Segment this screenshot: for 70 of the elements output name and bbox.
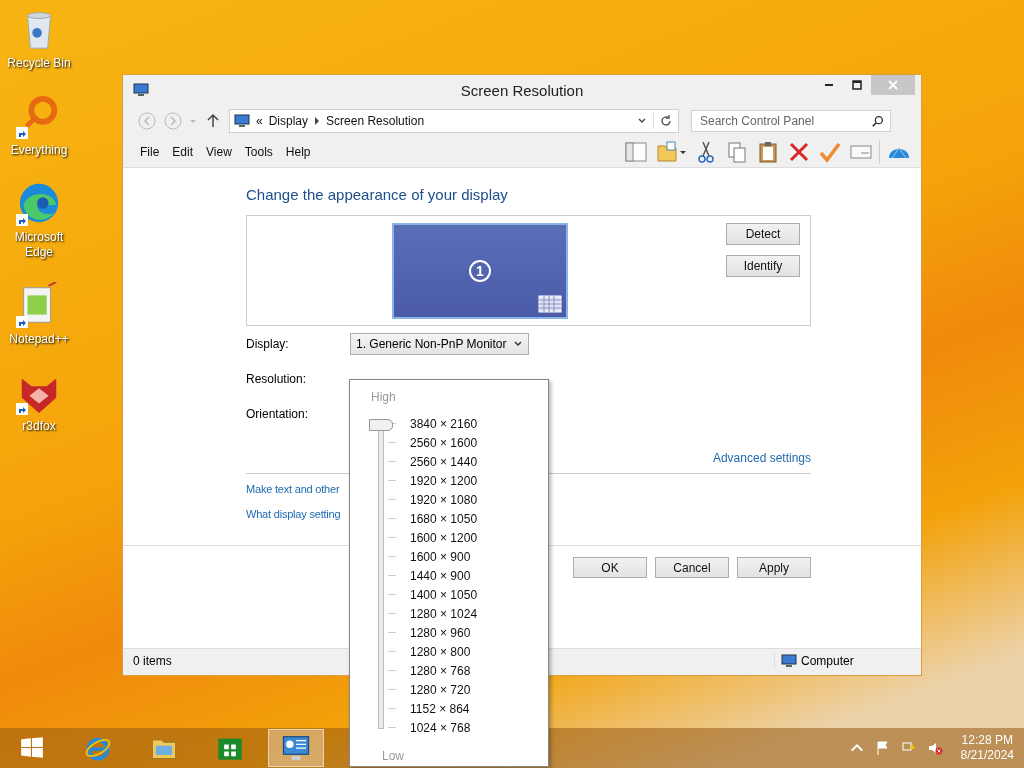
field-label: Orientation: <box>246 406 310 421</box>
slider-thumb[interactable] <box>369 419 393 431</box>
clock-time: 12:28 PM <box>961 733 1013 748</box>
resolution-option[interactable]: 1600 × 1200 <box>410 530 478 545</box>
clipboard-icon[interactable] <box>756 140 780 164</box>
dialog-button[interactable]: OK <box>573 557 647 578</box>
maximize-icon <box>852 80 862 90</box>
dialog-button[interactable]: Cancel <box>655 557 729 578</box>
slider-low-label: Low <box>382 749 405 763</box>
menu-item[interactable]: Tools <box>244 145 280 159</box>
status-item-count: 0 items <box>133 654 172 668</box>
menu-item[interactable]: View <box>206 145 239 159</box>
window-title: Screen Resolution <box>460 81 584 99</box>
monitor-icon <box>234 113 250 129</box>
page-heading: Change the appearance of your display <box>246 186 509 203</box>
close-icon <box>888 80 898 90</box>
menu-item[interactable]: Help <box>285 145 318 159</box>
monitor-icon <box>133 82 149 98</box>
chevron-icon <box>314 117 321 125</box>
resolution-option[interactable]: 1152 × 864 <box>410 701 470 716</box>
checkmark-icon[interactable] <box>818 140 842 164</box>
address-bar[interactable]: « Display Screen Resolution <box>229 109 679 133</box>
computer-icon <box>781 653 797 669</box>
resolution-option[interactable]: 1920 × 1200 <box>410 473 478 488</box>
dialog-button[interactable]: Apply <box>737 557 811 578</box>
resolution-option[interactable]: 1280 × 1024 <box>410 606 478 621</box>
search-field[interactable]: Search Control Panel <box>691 110 891 132</box>
breadcrumb[interactable]: Display <box>268 114 309 128</box>
flag-icon[interactable] <box>874 740 891 756</box>
monitor-number: 1 <box>469 260 491 282</box>
preview-button[interactable]: Detect <box>726 223 800 245</box>
resolution-option[interactable]: 1280 × 800 <box>410 644 471 659</box>
status-location: Computer <box>801 654 854 668</box>
monitor-thumbnail[interactable]: 1 <box>392 223 568 319</box>
resolution-option[interactable]: 1680 × 1050 <box>410 511 478 526</box>
resolution-option[interactable]: 1280 × 960 <box>410 625 471 640</box>
help-link[interactable]: Make text and other <box>246 483 340 495</box>
display-dropdown[interactable]: 1. Generic Non-PnP Monitor <box>350 332 529 355</box>
field-label: Resolution: <box>246 371 308 386</box>
breadcrumb[interactable]: Screen Resolution <box>326 114 425 128</box>
help-link[interactable]: What display setting <box>246 508 341 520</box>
resolution-option[interactable]: 1024 × 768 <box>410 720 471 735</box>
resolution-option[interactable]: 2560 × 1600 <box>410 435 478 450</box>
resolution-option[interactable]: 3840 × 2160 <box>410 416 478 431</box>
layout-icon[interactable] <box>624 140 648 164</box>
clock-date: 8/21/2024 <box>960 748 1014 763</box>
resolution-option[interactable]: 1400 × 1050 <box>410 587 478 602</box>
resolution-option[interactable]: 1280 × 768 <box>410 663 471 678</box>
windows-logo-icon[interactable] <box>19 735 45 761</box>
resolution-option[interactable]: 1440 × 900 <box>410 568 471 583</box>
cross-icon[interactable] <box>787 140 811 164</box>
slider-high-label: High <box>371 390 397 404</box>
grid-icon <box>538 295 562 313</box>
resolution-option[interactable]: 1920 × 1080 <box>410 492 478 507</box>
resolution-option[interactable]: 1280 × 720 <box>410 682 471 697</box>
control-panel-icon[interactable] <box>281 733 311 763</box>
field-label: Display: <box>246 336 290 351</box>
breadcrumb[interactable]: « <box>256 114 263 128</box>
menu-item[interactable]: File <box>140 145 167 159</box>
copy-icon[interactable] <box>725 140 749 164</box>
caret-icon[interactable] <box>679 148 687 156</box>
preview-button[interactable]: Identify <box>726 255 800 277</box>
taskbar-button[interactable] <box>268 729 324 767</box>
advanced-settings-link[interactable]: Advanced settings <box>712 451 811 465</box>
menu-item[interactable]: Edit <box>172 145 201 159</box>
resolution-option[interactable]: 2560 × 1440 <box>410 454 478 469</box>
search-icon[interactable] <box>871 114 885 128</box>
minimize-icon <box>825 84 833 86</box>
resolution-option[interactable]: 1600 × 900 <box>410 549 471 564</box>
speaker-muted-icon[interactable] <box>926 740 943 756</box>
